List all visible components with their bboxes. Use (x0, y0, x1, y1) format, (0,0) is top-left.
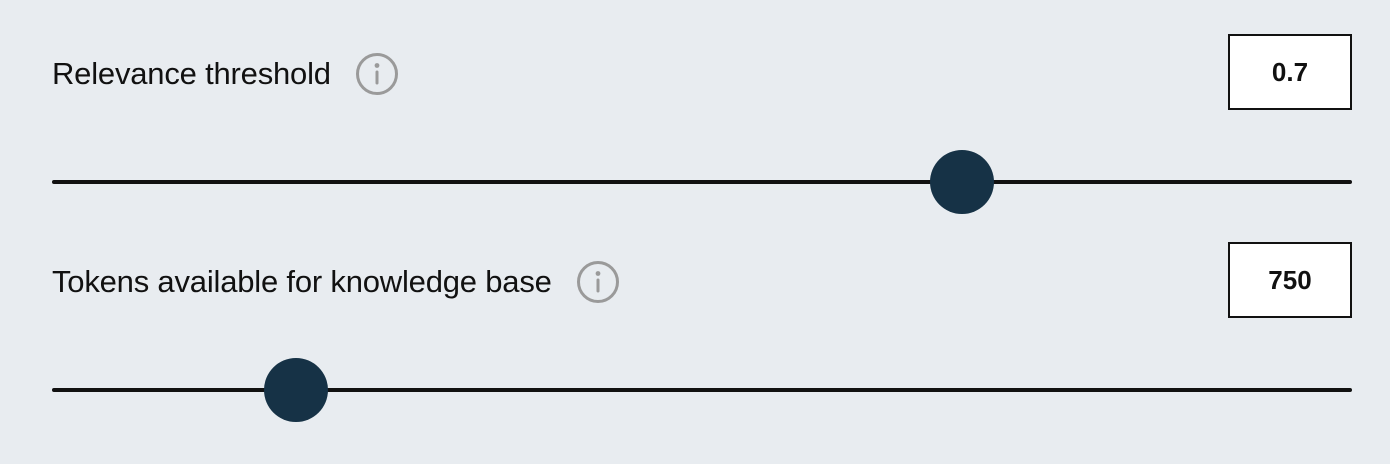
knowledge-base-tokens-label-row: Tokens available for knowledge base (52, 260, 620, 304)
relevance-threshold-setting: Relevance threshold (0, 0, 1390, 214)
relevance-threshold-label: Relevance threshold (52, 56, 331, 91)
info-icon[interactable] (355, 52, 399, 96)
info-icon[interactable] (576, 260, 620, 304)
relevance-threshold-slider[interactable] (52, 150, 1352, 214)
slider-thumb[interactable] (263, 358, 328, 422)
knowledge-base-tokens-input[interactable] (1228, 242, 1352, 318)
knowledge-base-tokens-label: Tokens available for knowledge base (52, 264, 552, 299)
slider-track[interactable] (52, 388, 1352, 392)
knowledge-base-tokens-slider[interactable] (52, 358, 1352, 422)
knowledge-base-tokens-setting: Tokens available for knowledge base (0, 208, 1390, 422)
relevance-threshold-input[interactable] (1228, 34, 1352, 110)
slider-track[interactable] (52, 180, 1352, 184)
relevance-threshold-label-row: Relevance threshold (52, 52, 399, 96)
slider-thumb[interactable] (930, 150, 994, 214)
